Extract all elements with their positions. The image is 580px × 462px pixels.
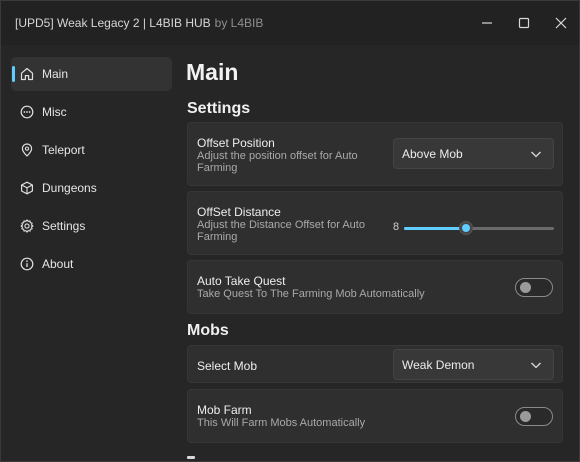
home-icon xyxy=(20,67,34,81)
title-bar[interactable]: [UPD5] Weak Legacy 2 | L4BIB HUB by L4BIB xyxy=(1,1,579,45)
close-button[interactable] xyxy=(542,1,579,45)
minimize-button[interactable] xyxy=(468,1,505,45)
select-mob-dropdown[interactable]: Weak Demon xyxy=(393,349,554,380)
main-content: Main Settings Offset Position Adjust the… xyxy=(181,45,579,461)
auto-take-quest-card: Auto Take Quest Take Quest To The Farmin… xyxy=(187,260,563,314)
map-pin-icon xyxy=(21,143,33,157)
auto-take-quest-description: Take Quest To The Farming Mob Automatica… xyxy=(197,288,425,300)
toggle-knob xyxy=(520,282,531,293)
mob-farm-title: Mob Farm xyxy=(197,403,252,417)
ellipsis-circle-icon xyxy=(20,105,34,119)
auto-take-quest-title: Auto Take Quest xyxy=(197,274,286,288)
sidebar-item-main[interactable]: Main xyxy=(11,57,172,91)
window-title: [UPD5] Weak Legacy 2 | L4BIB HUB by L4BIB xyxy=(1,16,263,30)
select-mob-title: Select Mob xyxy=(197,359,258,373)
next-section-title-cutoff xyxy=(187,454,201,460)
page-title: Main xyxy=(186,59,239,85)
sidebar-item-label: Misc xyxy=(42,105,67,119)
close-icon xyxy=(555,17,566,29)
sidebar: Main Misc Teleport Dungeons Settings Abo… xyxy=(1,45,181,461)
slider-fill xyxy=(404,227,466,230)
window-subtitle: by L4BIB xyxy=(214,16,264,30)
gear-icon xyxy=(20,219,34,233)
app-window: [UPD5] Weak Legacy 2 | L4BIB HUB by L4BIB… xyxy=(0,0,580,462)
slider-thumb[interactable] xyxy=(458,221,473,235)
active-indicator xyxy=(12,66,15,82)
chevron-down-icon xyxy=(531,151,541,158)
offset-position-dropdown[interactable]: Above Mob xyxy=(393,138,554,169)
sidebar-item-label: Dungeons xyxy=(42,181,97,195)
select-mob-card: Select Mob Weak Demon xyxy=(187,345,563,383)
select-mob-value: Weak Demon xyxy=(402,358,475,372)
sidebar-item-misc[interactable]: Misc xyxy=(11,95,172,129)
mob-farm-card: Mob Farm This Will Farm Mobs Automatical… xyxy=(187,389,563,443)
window-title-text: [UPD5] Weak Legacy 2 | L4BIB HUB xyxy=(15,16,211,30)
section-title-mobs: Mobs xyxy=(187,322,229,339)
offset-position-description: Adjust the position offset for Auto Farm… xyxy=(197,150,358,174)
offset-distance-value: 8 xyxy=(393,221,400,233)
maximize-button[interactable] xyxy=(505,1,542,45)
offset-distance-description: Adjust the Distance Offset for Auto Farm… xyxy=(197,219,365,243)
offset-distance-title: OffSet Distance xyxy=(197,205,281,219)
sidebar-item-label: About xyxy=(42,257,74,271)
auto-take-quest-toggle[interactable] xyxy=(515,278,553,297)
sidebar-item-label: Teleport xyxy=(42,143,85,157)
offset-position-title: Offset Position xyxy=(197,136,275,150)
maximize-icon xyxy=(518,17,529,29)
offset-distance-card: OffSet Distance Adjust the Distance Offs… xyxy=(187,191,563,255)
info-icon xyxy=(20,257,34,271)
mob-farm-description: This Will Farm Mobs Automatically xyxy=(197,417,366,429)
sidebar-item-about[interactable]: About xyxy=(11,247,172,281)
chevron-down-icon xyxy=(531,362,541,369)
toggle-knob xyxy=(520,411,531,422)
sidebar-item-dungeons[interactable]: Dungeons xyxy=(11,171,172,205)
sidebar-item-settings[interactable]: Settings xyxy=(11,209,172,243)
sidebar-item-teleport[interactable]: Teleport xyxy=(11,133,172,167)
sidebar-item-label: Settings xyxy=(42,219,86,233)
offset-distance-slider[interactable] xyxy=(404,221,554,235)
offset-position-card: Offset Position Adjust the position offs… xyxy=(187,122,563,186)
offset-position-value: Above Mob xyxy=(402,147,463,161)
section-title-settings: Settings xyxy=(187,100,251,117)
cube-icon xyxy=(21,181,33,195)
minimize-icon xyxy=(481,22,492,24)
mob-farm-toggle[interactable] xyxy=(515,407,553,426)
window-controls xyxy=(468,1,579,45)
sidebar-item-label: Main xyxy=(42,67,69,81)
